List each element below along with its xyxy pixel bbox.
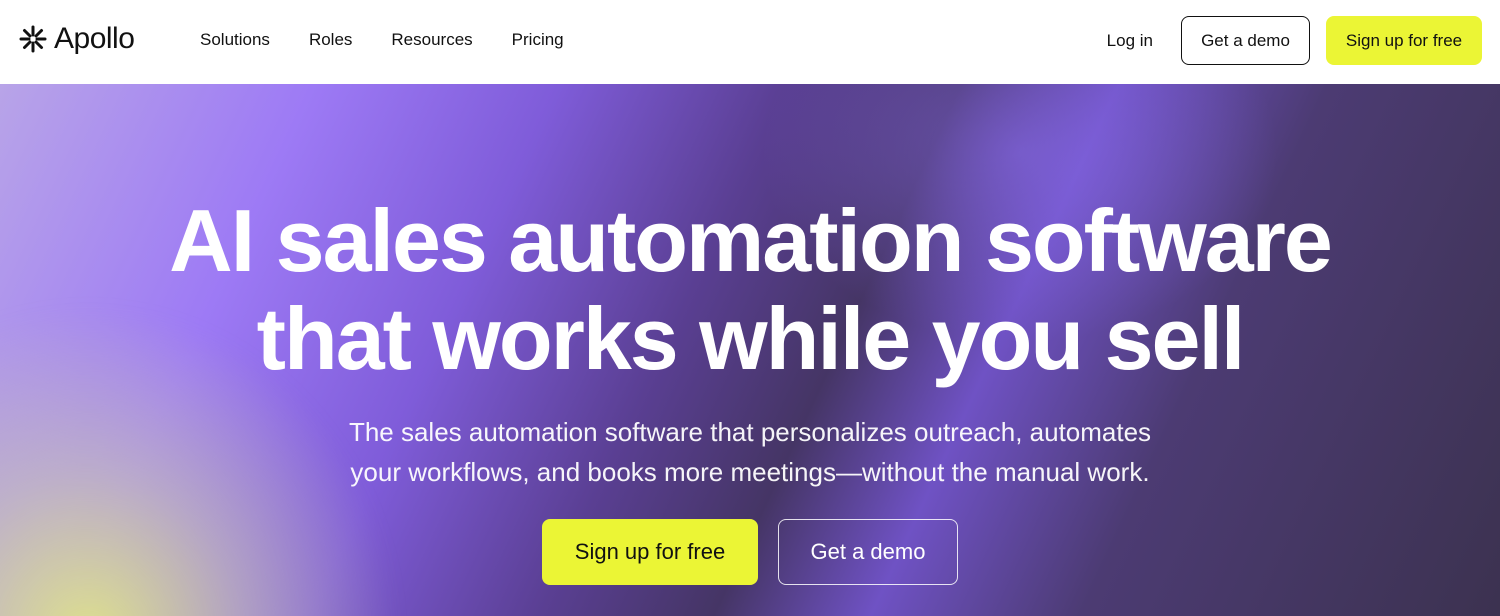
primary-nav: Solutions Roles Resources Pricing bbox=[200, 30, 603, 50]
subhead-line-2: your workflows, and books more meetings—… bbox=[350, 457, 1150, 487]
top-navigation: Apollo Solutions Roles Resources Pricing… bbox=[0, 0, 1500, 84]
brand-name: Apollo bbox=[54, 22, 135, 55]
nav-resources[interactable]: Resources bbox=[391, 30, 472, 50]
asterisk-burst-icon bbox=[19, 25, 47, 53]
nav-actions: Log in Get a demo Sign up for free bbox=[1107, 16, 1482, 65]
signup-button-hero[interactable]: Sign up for free bbox=[542, 519, 758, 585]
hero-subheadline: The sales automation software that perso… bbox=[0, 412, 1500, 492]
nav-solutions[interactable]: Solutions bbox=[200, 30, 270, 50]
get-demo-button-hero[interactable]: Get a demo bbox=[778, 519, 958, 585]
nav-roles[interactable]: Roles bbox=[309, 30, 352, 50]
nav-pricing[interactable]: Pricing bbox=[512, 30, 564, 50]
signup-button-nav[interactable]: Sign up for free bbox=[1326, 16, 1482, 65]
hero-section: AI sales automation software that works … bbox=[0, 84, 1500, 616]
subhead-line-1: The sales automation software that perso… bbox=[348, 417, 1152, 447]
hero-cta-row: Sign up for free Get a demo bbox=[542, 519, 958, 585]
headline-line-2: that works while you sell bbox=[256, 289, 1246, 388]
login-link[interactable]: Log in bbox=[1107, 31, 1153, 51]
apollo-logo[interactable]: Apollo bbox=[18, 22, 135, 56]
headline-line-1: AI sales automation software bbox=[169, 191, 1333, 290]
hero-headline: AI sales automation software that works … bbox=[0, 192, 1500, 388]
get-demo-button-nav[interactable]: Get a demo bbox=[1181, 16, 1310, 65]
